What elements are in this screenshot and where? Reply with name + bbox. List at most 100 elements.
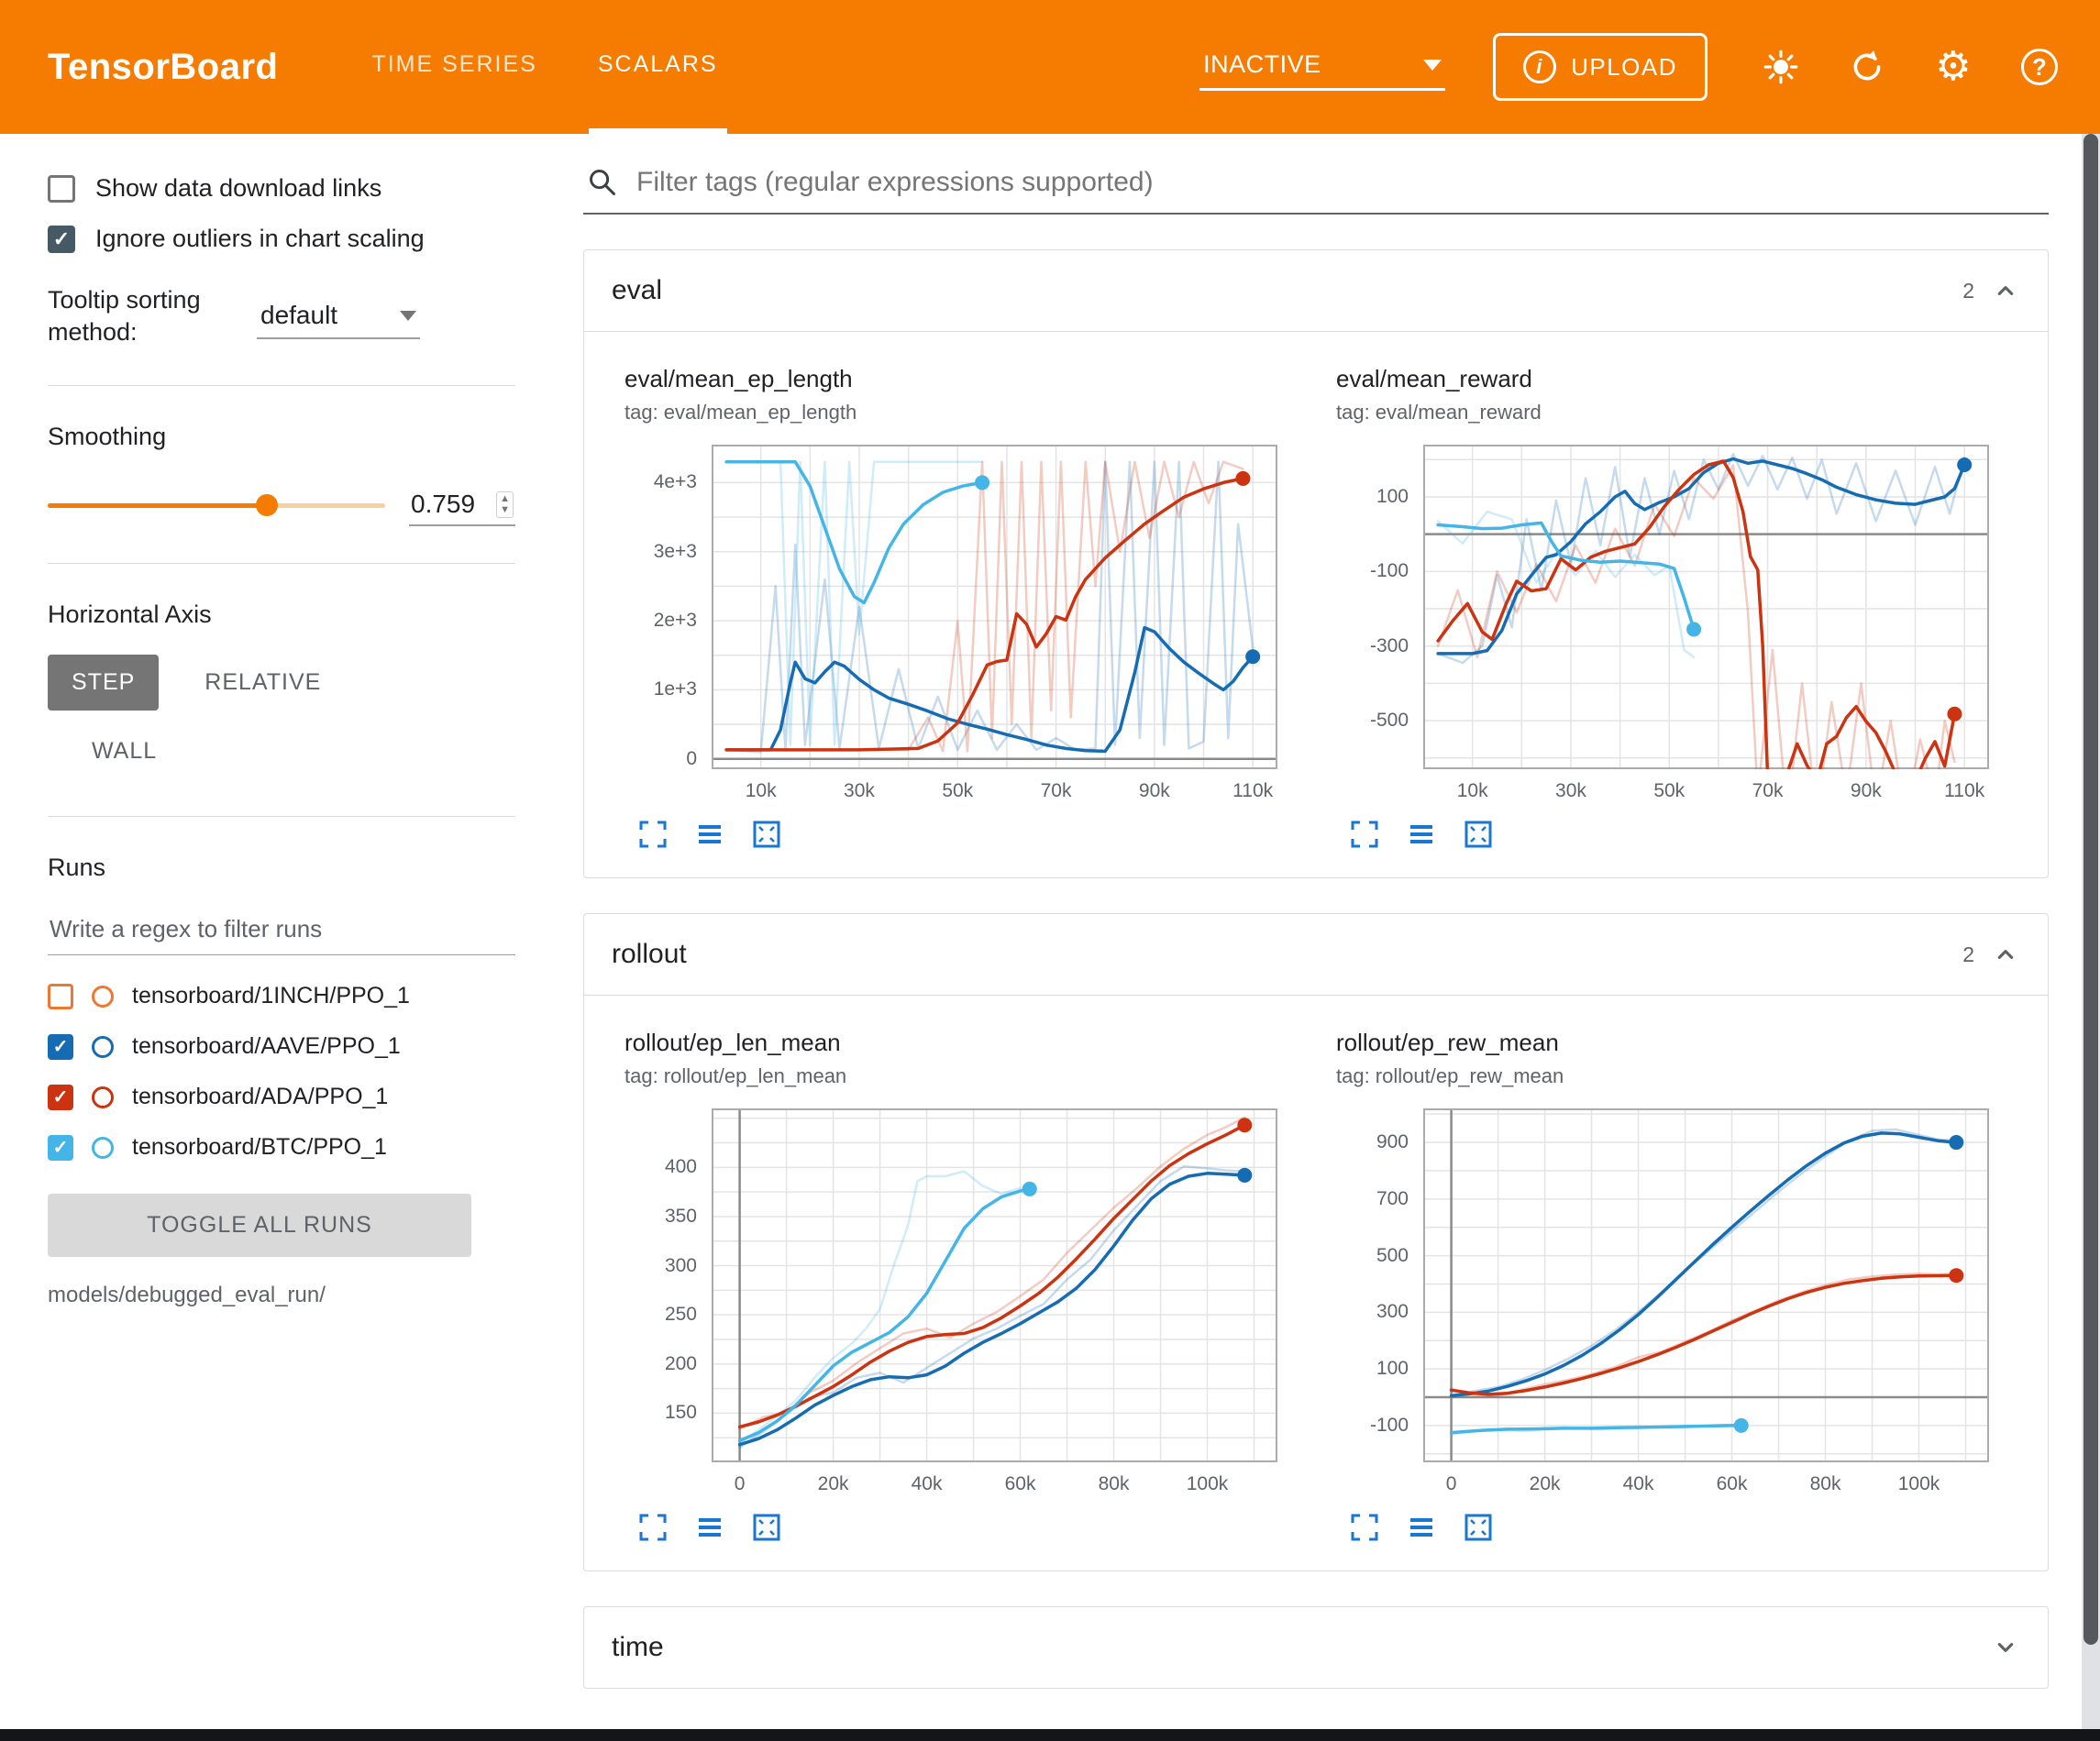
chart-tag: tag: eval/mean_ep_length <box>624 401 1277 424</box>
x-tick-label: 90k <box>1851 780 1882 802</box>
checkbox-label: Show data download links <box>95 174 381 203</box>
status-dropdown[interactable]: INACTIVE <box>1199 43 1445 91</box>
tab-scalars[interactable]: SCALARS <box>589 0 727 134</box>
section-rollout: rollout 2 rollout/ep_len_mean tag: rollo… <box>583 913 2049 1571</box>
section-header-rollout[interactable]: rollout 2 <box>584 914 2048 995</box>
brightness-icon[interactable] <box>1761 47 1801 87</box>
refresh-icon[interactable] <box>1847 47 1887 87</box>
y-tick-label: 200 <box>665 1353 697 1375</box>
run-row[interactable]: tensorboard/AAVE/PPO_1 <box>48 1033 515 1060</box>
runs-filter-input[interactable] <box>48 908 515 955</box>
run-color-swatch[interactable] <box>92 1086 114 1108</box>
stepper-down-icon[interactable]: ▼ <box>500 505 510 515</box>
y-tick-label: 0 <box>686 748 697 770</box>
y-tick-label: 250 <box>665 1304 697 1326</box>
chart-toolbar <box>637 1512 1277 1543</box>
ignore-outliers-row[interactable]: Ignore outliers in chart scaling <box>48 225 515 253</box>
expand-chart-icon[interactable] <box>1349 1512 1380 1543</box>
show-download-links-row[interactable]: Show data download links <box>48 174 515 203</box>
info-icon: i <box>1523 50 1556 83</box>
data-list-icon[interactable] <box>694 819 725 850</box>
scalar-chart-ep-len-mean: rollout/ep_len_mean tag: rollout/ep_len_… <box>624 1029 1277 1543</box>
run-visibility-checkbox[interactable] <box>48 984 73 1009</box>
data-list-icon[interactable] <box>1406 819 1437 850</box>
run-row[interactable]: tensorboard/1INCH/PPO_1 <box>48 983 515 1009</box>
chart-title: rollout/ep_len_mean <box>624 1029 1277 1057</box>
show-download-links-checkbox[interactable] <box>48 175 75 203</box>
axis-wall-button[interactable]: WALL <box>68 723 181 779</box>
runs-directory-label: models/debugged_eval_run/ <box>48 1283 515 1308</box>
run-color-swatch[interactable] <box>92 986 114 1008</box>
run-visibility-checkbox[interactable] <box>48 1135 73 1161</box>
expand-chart-icon[interactable] <box>637 819 669 850</box>
horizontal-axis-toggle-row2: WALL <box>48 723 515 779</box>
chevron-down-icon <box>400 311 416 321</box>
settings-sidebar: Show data download links Ignore outliers… <box>0 134 543 1741</box>
fit-domain-icon[interactable] <box>751 819 782 850</box>
fit-domain-icon[interactable] <box>751 1512 782 1543</box>
x-tick-label: 0 <box>735 1473 746 1495</box>
axis-relative-button[interactable]: RELATIVE <box>181 655 345 711</box>
fit-domain-icon[interactable] <box>1463 1512 1494 1543</box>
run-color-swatch[interactable] <box>92 1137 114 1159</box>
x-tick-label: 50k <box>942 780 973 802</box>
run-color-swatch[interactable] <box>92 1036 114 1058</box>
run-visibility-checkbox[interactable] <box>48 1085 73 1110</box>
x-tick-label: 10k <box>1457 780 1488 802</box>
tooltip-sorting-dropdown[interactable]: default <box>257 293 420 339</box>
run-row[interactable]: tensorboard/BTC/PPO_1 <box>48 1134 515 1161</box>
stepper-up-icon[interactable]: ▲ <box>500 494 510 504</box>
collapse-chevron-up-icon[interactable] <box>1991 276 2020 305</box>
y-tick-label: -500 <box>1370 710 1409 732</box>
tooltip-sorting-value: default <box>260 301 337 330</box>
axis-step-button[interactable]: STEP <box>48 655 159 711</box>
plot-area[interactable] <box>1423 445 1989 769</box>
chevron-down-icon <box>1423 60 1442 71</box>
horizontal-axis-label: Horizontal Axis <box>48 601 515 629</box>
settings-gear-icon[interactable]: ⚙ <box>1933 47 1973 87</box>
divider <box>48 563 515 564</box>
plot-area[interactable] <box>712 445 1277 769</box>
run-label: tensorboard/BTC/PPO_1 <box>132 1134 387 1161</box>
y-tick-label: 4e+3 <box>654 471 697 493</box>
toggle-all-runs-button[interactable]: TOGGLE ALL RUNS <box>48 1194 471 1257</box>
x-tick-label: 60k <box>1717 1473 1748 1495</box>
plot-wrap: -100100300500700900 020k40k60k80k100k <box>1336 1108 1989 1504</box>
run-visibility-checkbox[interactable] <box>48 1034 73 1060</box>
tab-time-series[interactable]: TIME SERIES <box>362 0 546 134</box>
scrollbar-thumb[interactable] <box>2083 134 2098 1645</box>
section-body: rollout/ep_len_mean tag: rollout/ep_len_… <box>584 995 2048 1570</box>
smoothing-slider-thumb[interactable] <box>256 494 278 516</box>
section-chart-count: 2 <box>1962 279 1974 303</box>
tag-filter-input[interactable] <box>636 167 2045 198</box>
x-tick-label: 30k <box>1555 780 1586 802</box>
section-header-eval[interactable]: eval 2 <box>584 250 2048 331</box>
x-tick-label: 20k <box>818 1473 849 1495</box>
run-row[interactable]: tensorboard/ADA/PPO_1 <box>48 1084 515 1110</box>
ignore-outliers-checkbox[interactable] <box>48 226 75 253</box>
expand-chart-icon[interactable] <box>637 1512 669 1543</box>
collapse-chevron-down-icon[interactable] <box>1991 1633 2020 1662</box>
data-list-icon[interactable] <box>1406 1512 1437 1543</box>
smoothing-value-field[interactable]: 0.759 ▲▼ <box>409 484 515 526</box>
collapse-chevron-up-icon[interactable] <box>1991 940 2020 969</box>
y-tick-label: 300 <box>1376 1301 1409 1323</box>
number-stepper[interactable]: ▲▼ <box>496 491 514 518</box>
section-title: rollout <box>612 939 687 970</box>
fit-domain-icon[interactable] <box>1463 819 1494 850</box>
runs-label: Runs <box>48 854 515 882</box>
upload-button[interactable]: i UPLOAD <box>1493 33 1708 101</box>
x-tick-label: 80k <box>1810 1473 1841 1495</box>
plot-area[interactable] <box>1423 1108 1989 1462</box>
data-list-icon[interactable] <box>694 1512 725 1543</box>
vertical-scrollbar[interactable] <box>2082 134 2100 1741</box>
x-tick-label: 100k <box>1187 1473 1229 1495</box>
plot-wrap: 01e+32e+33e+34e+3 10k30k50k70k90k110k <box>624 445 1277 811</box>
plot-area[interactable] <box>712 1108 1277 1462</box>
section-header-time[interactable]: time <box>584 1607 2048 1688</box>
search-icon <box>587 167 618 198</box>
help-icon[interactable]: ? <box>2019 47 2060 87</box>
smoothing-slider[interactable] <box>48 503 385 508</box>
expand-chart-icon[interactable] <box>1349 819 1380 850</box>
x-tick-label: 80k <box>1099 1473 1130 1495</box>
